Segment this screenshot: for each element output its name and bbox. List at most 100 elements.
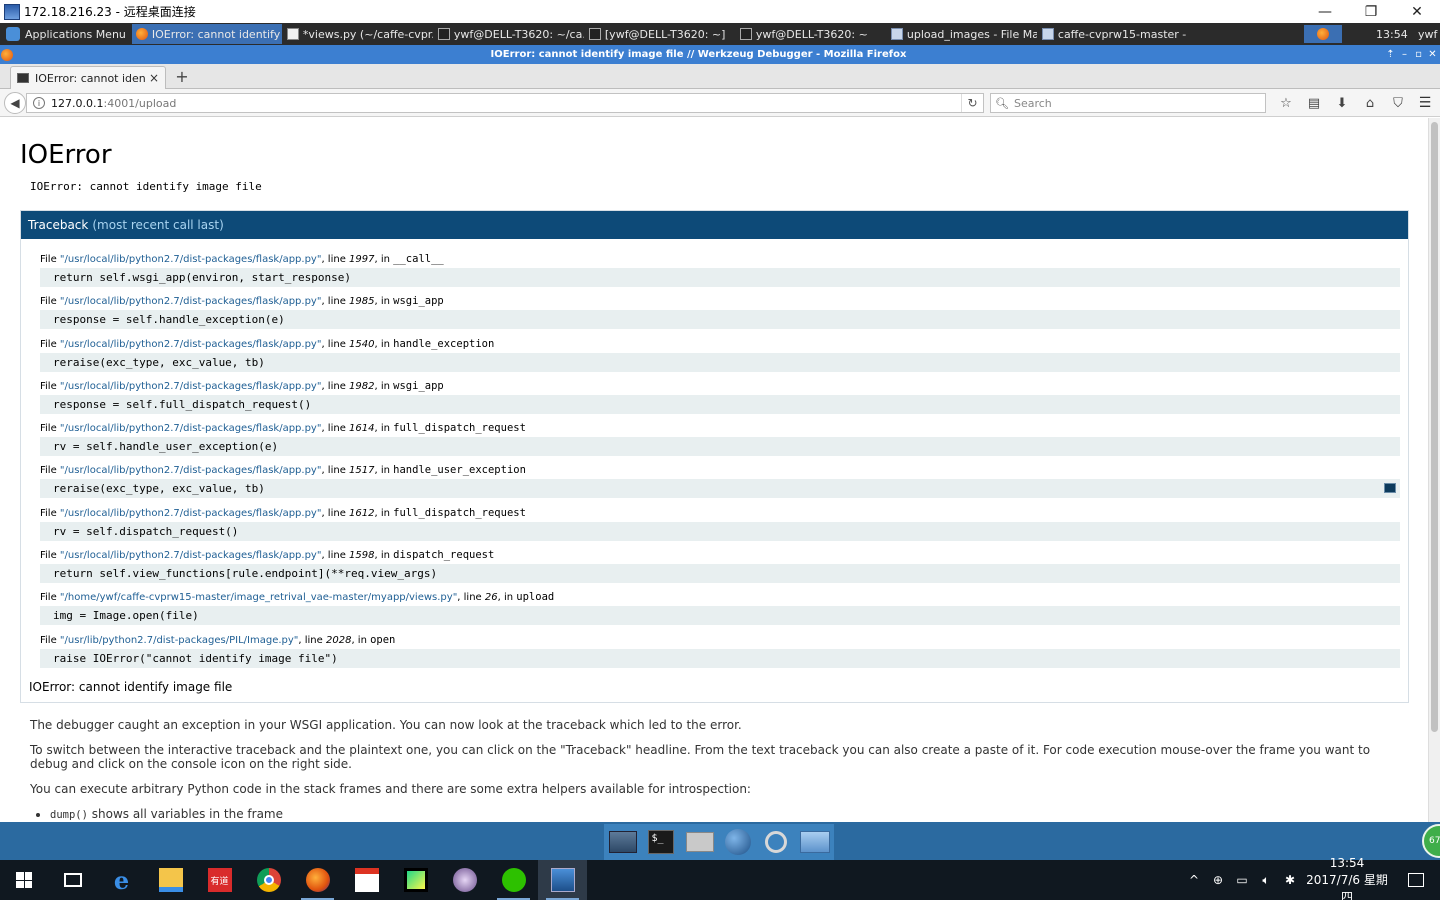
task-view-button[interactable] — [48, 860, 97, 900]
bookmarks-menu-icon[interactable]: ▤ — [1300, 93, 1328, 113]
taskbar-anime-app[interactable] — [440, 860, 489, 900]
task-file-manager-1[interactable]: upload_images - File Ma... — [887, 24, 1037, 44]
restore-button[interactable]: ❐ — [1348, 0, 1394, 23]
reload-button[interactable]: ↻ — [961, 94, 983, 112]
frame-lineno: 26 — [484, 592, 498, 604]
taskbar-wechat[interactable] — [489, 860, 538, 900]
tab-bar: IOError: cannot identi... × + — [0, 64, 1440, 89]
bluetooth-icon[interactable]: ✱ — [1278, 860, 1302, 900]
frame-lineno: 1985 — [349, 296, 375, 308]
tray-plus-icon[interactable]: ⊕ — [1206, 860, 1230, 900]
frame-location: File "/usr/local/lib/python2.7/dist-pack… — [40, 295, 444, 308]
frame-code[interactable]: response = self.full_dispatch_request() — [40, 394, 1400, 414]
panel-firefox-launcher[interactable] — [1304, 25, 1342, 43]
explain-paragraph: The debugger caught an exception in your… — [30, 718, 742, 732]
web-browser-launcher[interactable] — [723, 828, 753, 856]
maximize-button[interactable]: ▫ — [1412, 49, 1425, 60]
frame-code[interactable]: return self.view_functions[rule.endpoint… — [40, 564, 1400, 584]
task-file-manager-2[interactable]: caffe-cvprw15-master - ... — [1038, 24, 1188, 44]
taskbar-remote-desktop[interactable] — [538, 860, 587, 900]
home-icon[interactable]: ⌂ — [1356, 93, 1384, 113]
new-tab-button[interactable]: + — [172, 67, 192, 87]
downloads-icon[interactable]: ⬇ — [1328, 93, 1356, 113]
error-subtitle: IOError: cannot identify image file — [30, 180, 262, 193]
tray-overflow-chevron-icon[interactable]: ^ — [1182, 860, 1206, 900]
task-firefox[interactable]: IOError: cannot identify ... — [131, 24, 282, 44]
frame-code[interactable]: rv = self.dispatch_request() — [40, 521, 1400, 541]
url-bar[interactable]: i 127.0.0.1:4001/upload ↻ — [26, 93, 984, 113]
frame-code[interactable]: img = Image.open(file) — [40, 606, 1400, 626]
frame-location: File "/usr/local/lib/python2.7/dist-pack… — [40, 549, 495, 562]
terminal-launcher[interactable]: $_ — [646, 828, 676, 856]
frame-function: dispatch_request — [393, 549, 495, 562]
action-center-button[interactable] — [1392, 860, 1440, 900]
windows-taskbar: e 有道 ^ ⊕ ▭ 🔈︎ ✱ 13:54 2017/7/6 星期四 — [0, 856, 1440, 904]
wechat-icon — [501, 868, 526, 892]
taskbar-explorer[interactable] — [146, 860, 195, 900]
terminal-icon — [437, 28, 450, 40]
edge-icon: e — [113, 865, 130, 895]
search-input[interactable]: 🔍︎ Search — [990, 93, 1266, 113]
panel-user[interactable]: ywf — [1418, 28, 1440, 41]
back-button[interactable]: ◀ — [4, 91, 26, 114]
taskbar-edge[interactable]: e — [97, 860, 146, 900]
task-terminal-2[interactable]: [ywf@DELL-T3620: ~] — [585, 24, 735, 44]
xfce-dock: $_ 67 — [0, 822, 1440, 860]
file-manager-launcher[interactable] — [799, 828, 830, 856]
frame-code[interactable]: return self.wsgi_app(environ, start_resp… — [40, 268, 1400, 287]
network-speed-badge[interactable]: 67 — [1422, 824, 1440, 858]
system-tray: ^ ⊕ ▭ 🔈︎ ✱ 13:54 2017/7/6 星期四 — [1182, 856, 1440, 904]
remote-desktop-icon — [550, 868, 575, 892]
frame-function: __call__ — [393, 253, 444, 265]
page-scrollbar[interactable] — [1428, 118, 1440, 822]
taskbar-chrome[interactable] — [244, 860, 293, 900]
terminal-icon: $_ — [648, 830, 675, 854]
pycharm-icon — [403, 868, 428, 892]
taskbar-pycharm[interactable] — [391, 860, 440, 900]
explain-paragraph: To switch between the interactive traceb… — [30, 743, 1371, 771]
tab-close-button[interactable]: × — [149, 71, 159, 85]
helper-code: dump() — [50, 809, 88, 821]
scrollbar-thumb[interactable] — [1431, 122, 1438, 732]
console-icon[interactable] — [1384, 483, 1396, 494]
tab-ioerror[interactable]: IOError: cannot identi... × — [10, 66, 166, 89]
bookmark-star-icon[interactable]: ☆ — [1272, 93, 1300, 113]
taskbar-youdao[interactable]: 有道 — [195, 860, 244, 900]
pocket-icon[interactable]: ⛉ — [1384, 93, 1412, 113]
task-terminal-3[interactable]: ywf@DELL-T3620: ~ — [736, 24, 886, 44]
traceback-header[interactable]: Traceback (most recent call last) — [21, 211, 1408, 239]
hamburger-menu-icon[interactable]: ☰ — [1414, 93, 1436, 113]
volume-icon[interactable]: 🔈︎ — [1254, 860, 1278, 900]
panel-clock[interactable]: 13:54 — [1376, 28, 1412, 41]
minimize-button[interactable]: – — [1398, 49, 1411, 60]
start-button[interactable] — [0, 860, 48, 900]
frame-location: File "/home/ywf/caffe-cvprw15-master/ima… — [40, 591, 555, 604]
close-button[interactable]: ✕ — [1426, 49, 1439, 60]
frame-code[interactable]: reraise(exc_type, exc_value, tb) — [40, 352, 1400, 372]
frame-code[interactable]: rv = self.handle_user_exception(e) — [40, 437, 1400, 457]
info-icon[interactable]: i — [33, 97, 45, 109]
applications-menu-button[interactable]: Applications Menu — [0, 23, 132, 45]
network-icon[interactable]: ▭ — [1230, 860, 1254, 900]
task-label: ywf@DELL-T3620: ~/ca... — [453, 27, 584, 41]
shade-button[interactable]: ⇡ — [1384, 49, 1397, 60]
taskbar-firefox[interactable] — [293, 860, 342, 900]
frame-code[interactable]: reraise(exc_type, exc_value, tb) — [40, 479, 1400, 499]
frame-code[interactable]: raise IOError("cannot identify image fil… — [40, 648, 1400, 668]
globe-icon — [725, 829, 752, 855]
search-launcher[interactable] — [761, 828, 791, 856]
taskbar-acrobat[interactable] — [342, 860, 391, 900]
minimize-button[interactable]: — — [1302, 0, 1348, 23]
taskbar-clock[interactable]: 13:54 2017/7/6 星期四 — [1302, 855, 1392, 906]
show-desktop-launcher[interactable] — [608, 828, 638, 856]
task-terminal-1[interactable]: ywf@DELL-T3620: ~/ca... — [434, 24, 584, 44]
helper-list: dump() shows all variables in the frame — [50, 807, 1400, 822]
task-editor[interactable]: *views.py (~/caffe-cvpr... — [283, 24, 433, 44]
magnifier-icon — [765, 831, 788, 853]
page-content: IOError IOError: cannot identify image f… — [0, 118, 1428, 822]
close-button[interactable]: ✕ — [1394, 0, 1440, 23]
traceback-title: Traceback — [28, 218, 89, 232]
home-folder-launcher[interactable] — [685, 828, 715, 856]
frame-code[interactable]: response = self.handle_exception(e) — [40, 310, 1400, 330]
traceback-frame: File "/usr/local/lib/python2.7/dist-pack… — [40, 378, 1400, 420]
